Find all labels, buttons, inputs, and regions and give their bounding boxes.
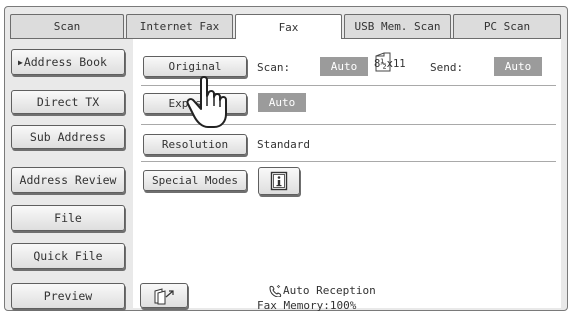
preview-label: Preview: [43, 289, 93, 303]
tab-scan[interactable]: Scan: [10, 14, 124, 38]
phone-icon: [269, 284, 282, 297]
direct-tx-label: Direct TX: [36, 95, 100, 109]
tab-label: PC Scan: [483, 20, 531, 33]
special-modes-label: Special Modes: [151, 174, 239, 187]
send-document-icon: [154, 287, 174, 304]
quick-file-button[interactable]: Quick File: [11, 243, 125, 269]
direct-tx-button[interactable]: Direct TX: [11, 90, 125, 114]
file-button[interactable]: File: [11, 205, 125, 231]
file-label: File: [54, 211, 82, 225]
scan-label: Scan:: [257, 61, 291, 74]
tab-usb-mem-scan[interactable]: USB Mem. Scan: [344, 14, 451, 38]
resolution-button[interactable]: Resolution: [143, 134, 247, 155]
address-review-button[interactable]: Address Review: [11, 167, 125, 193]
special-modes-button[interactable]: Special Modes: [143, 170, 247, 191]
tab-pc-scan[interactable]: PC Scan: [453, 14, 561, 38]
original-label: Original: [168, 60, 222, 73]
info-button[interactable]: [258, 167, 300, 195]
sub-address-button[interactable]: Sub Address: [11, 125, 125, 149]
scan-value-badge: Auto: [320, 57, 368, 76]
send-document-button[interactable]: [140, 283, 188, 308]
pointing-hand-icon: [186, 76, 227, 128]
tab-label: Fax: [278, 20, 299, 34]
tab-fax[interactable]: Fax: [235, 14, 342, 39]
tab-internet-fax[interactable]: Internet Fax: [126, 14, 233, 38]
address-book-label: Address Book: [23, 55, 107, 69]
fax-memory-text: Fax Memory:100%: [257, 299, 357, 312]
reception-status: Auto Reception: [268, 284, 376, 297]
address-book-button[interactable]: Address Book: [11, 49, 125, 75]
reception-text: Auto Reception: [283, 284, 376, 297]
tab-label: USB Mem. Scan: [354, 20, 441, 33]
tab-label: Scan: [53, 20, 81, 33]
row-divider: [141, 161, 556, 162]
send-label: Send:: [430, 61, 464, 74]
preview-button[interactable]: Preview: [11, 283, 125, 309]
exposure-value-badge: Auto: [258, 93, 306, 112]
exposure-value: Auto: [268, 96, 296, 109]
resolution-label: Resolution: [161, 138, 229, 151]
address-review-label: Address Review: [19, 173, 117, 187]
sub-address-label: Sub Address: [29, 130, 107, 144]
info-icon: [270, 171, 288, 191]
tab-label: Internet Fax: [139, 20, 220, 33]
paper-size-icon: 8½x11: [370, 52, 426, 78]
paper-size-value: 8½x11: [374, 58, 406, 70]
scan-value: Auto: [330, 60, 358, 73]
resolution-value: Standard: [257, 138, 310, 151]
send-value-badge: Auto: [494, 57, 542, 76]
send-value: Auto: [504, 60, 532, 73]
quick-file-label: Quick File: [33, 249, 103, 263]
